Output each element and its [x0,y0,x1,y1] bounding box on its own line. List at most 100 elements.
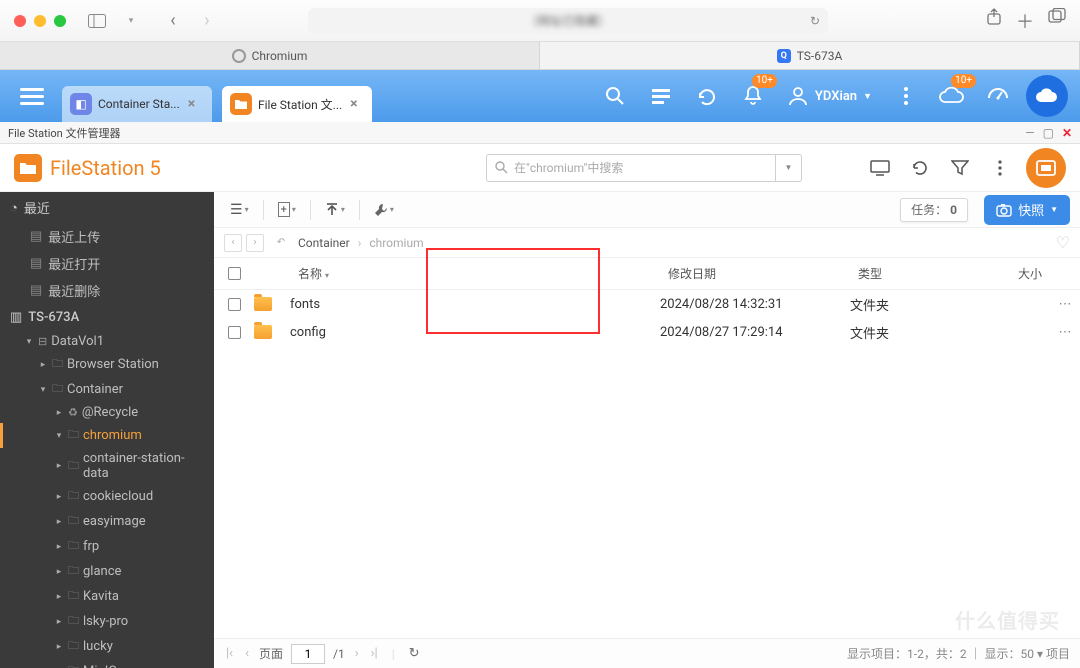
caret-right-icon: ▸ [38,360,48,370]
table-row[interactable]: config 2024/08/27 17:29:14 文件夹 ⋯ [214,318,1080,346]
row-checkbox[interactable] [228,298,241,311]
page-refresh-icon[interactable]: ↻ [407,646,422,661]
share-icon[interactable] [986,8,1002,34]
more-icon[interactable] [888,78,924,114]
view-mode-button[interactable]: ☰▾ [224,198,255,222]
app-tab-container-station[interactable]: ◧ Container Sta... × [62,86,212,122]
mac-min[interactable] [34,15,46,27]
tree-item[interactable]: ▸🗀Browser Station [0,352,214,377]
tree-item[interactable]: ▸🗀MinIO [0,659,214,668]
refresh-icon[interactable] [906,154,934,182]
caret-icon: ▸ [54,567,64,577]
remote-icon[interactable] [866,154,894,182]
mac-max[interactable] [54,15,66,27]
watermark: 什么值得买 [955,605,1060,634]
folder-icon: 🗀 [68,587,79,606]
browser-tab-ts673a[interactable]: Q TS-673A [540,42,1080,69]
window-maximize-icon[interactable]: ▢ [1043,126,1054,140]
breadcrumb-seg[interactable]: Container [298,236,350,250]
col-type[interactable]: 类型 [850,265,970,282]
col-size[interactable]: 大小 [970,265,1050,282]
nav-back-icon[interactable]: ‹ [162,10,184,32]
tools-button[interactable]: ▾ [368,199,400,221]
row-more-icon[interactable]: ⋯ [1050,325,1080,340]
page-first-icon[interactable]: |‹ [224,646,235,661]
url-bar[interactable]: （网址已隐藏） ↻ [308,8,828,34]
control-panel-icon[interactable] [643,78,679,114]
page-input[interactable] [291,644,325,664]
tree-item[interactable]: ▸🗀container-station-data [0,448,214,484]
tree-item[interactable]: ▾🗀Container [0,377,214,402]
favorite-icon[interactable]: ♡ [1056,233,1070,252]
breadcrumb-seg-current: chromium [369,236,423,250]
tree-item[interactable]: ▸🗀frp [0,534,214,559]
tree-item[interactable]: ▸🗀lucky [0,634,214,659]
browser-tab-chromium[interactable]: Chromium [0,42,540,69]
tree-item[interactable]: ▸🗀cookiecloud [0,484,214,509]
create-button[interactable]: +▾ [272,198,302,221]
table-row[interactable]: fonts 2024/08/28 14:32:31 文件夹 ⋯ [214,290,1080,318]
app-tab-file-station[interactable]: File Station 文... × [222,86,372,122]
caret-down-icon: ▾ [24,337,34,347]
tabs-overview-icon[interactable] [1048,8,1066,34]
col-name[interactable]: 名称 ▾ [290,265,660,282]
select-all-checkbox[interactable] [228,267,241,280]
camera-icon [996,203,1012,217]
page-last-icon[interactable]: ›| [369,646,380,661]
breadcrumb-bar: ‹ › ↶ Container › chromium ♡ [214,228,1080,258]
tasks-indicator[interactable]: 任务： 0 [900,198,968,222]
user-menu[interactable]: YDXian ▼ [781,85,878,107]
tree-item[interactable]: ▸🗀glance [0,559,214,584]
tree-item[interactable]: ▸🗀Kavita [0,584,214,609]
search-dropdown[interactable]: ▼ [776,154,802,182]
sidebar-item-recent-upload[interactable]: ▤最近上传 [0,223,214,250]
close-icon[interactable]: × [188,96,195,112]
sidebar-section-recent[interactable]: ◔ 最近 [0,192,214,223]
search-icon[interactable] [597,78,633,114]
app-title: FileStation 5 [50,156,161,180]
tree-item[interactable]: ▾🗀chromium [0,423,214,448]
page-next-icon[interactable]: › [353,646,361,661]
column-headers: 名称 ▾ 修改日期 类型 大小 [214,258,1080,290]
close-icon[interactable]: × [350,96,357,112]
container-station-icon: ◧ [70,93,92,115]
file-station-icon [230,93,252,115]
notifications-icon[interactable]: 10+ [735,78,771,114]
col-date[interactable]: 修改日期 [660,265,850,282]
dashboard-icon[interactable] [980,78,1016,114]
nav-forward-icon[interactable]: › [196,10,218,32]
tree-item[interactable]: ▸🗀lsky-pro [0,609,214,634]
more-vert-icon[interactable] [986,154,1014,182]
snapshot-button[interactable]: 快照 ▼ [984,195,1070,225]
tree-item[interactable]: ▸♻@Recycle [0,402,214,423]
sidebar-section-host[interactable]: ▥ TS-673A [0,304,214,331]
settings-button[interactable] [1026,148,1066,188]
nav-up-icon[interactable]: ↶ [272,234,290,252]
search-input[interactable]: 在"chromium"中搜索 [486,154,776,182]
tree-item[interactable]: ▸🗀easyimage [0,509,214,534]
row-type: 文件夹 [850,295,970,314]
mycloud-icon[interactable]: 10+ [934,78,970,114]
doc-icon: ▤ [30,283,42,298]
new-tab-icon[interactable]: ＋ [1016,8,1034,34]
cloud-button[interactable] [1026,75,1068,117]
sidebar-toggle-icon[interactable] [86,10,108,32]
mac-close[interactable] [14,15,26,27]
filter-icon[interactable] [946,154,974,182]
chevron-down-icon[interactable]: ▾ [120,10,142,32]
window-close-icon[interactable]: ✕ [1062,126,1072,140]
row-more-icon[interactable]: ⋯ [1050,297,1080,312]
tree-datavol1[interactable]: ▾⊟DataVol1 [0,331,214,352]
sidebar: ◔ 最近 ▤最近上传 ▤最近打开 ▤最近删除 ▥ TS-673A ▾⊟DataV… [0,192,214,668]
window-minimize-icon[interactable]: — [1025,126,1034,140]
reload-icon[interactable]: ↻ [810,14,820,28]
nav-forward-button[interactable]: › [246,234,264,252]
sidebar-item-recent-delete[interactable]: ▤最近删除 [0,277,214,304]
menu-icon[interactable] [12,88,52,105]
upload-button[interactable]: ▾ [319,199,351,221]
row-checkbox[interactable] [228,326,241,339]
nav-back-button[interactable]: ‹ [224,234,242,252]
page-prev-icon[interactable]: ‹ [243,646,251,661]
backup-icon[interactable] [689,78,725,114]
sidebar-item-recent-open[interactable]: ▤最近打开 [0,250,214,277]
